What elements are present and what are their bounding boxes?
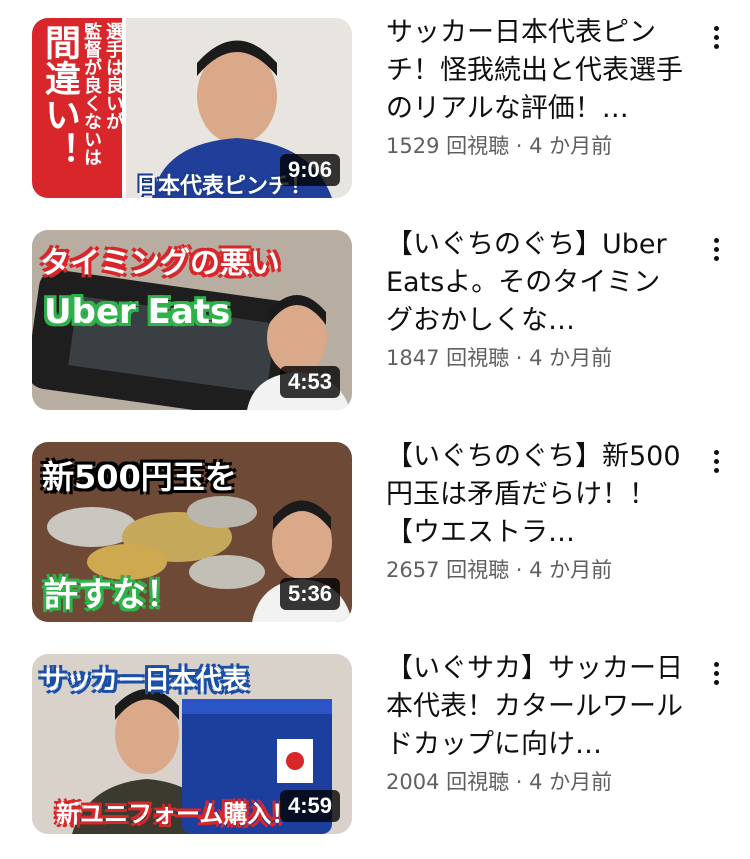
- thumb-top-caption: サッカー日本代表: [40, 666, 249, 696]
- video-item[interactable]: タイミングの悪い Uber Eats 4:53 【いぐちのぐち】Uber Eat…: [0, 212, 750, 424]
- thumb-top-caption: 新500円玉を: [42, 458, 237, 496]
- video-duration: 5:36: [279, 578, 340, 610]
- thumb-middle-caption: 監督が良くないは: [81, 22, 102, 166]
- thumb-mid-caption: Uber Eats: [44, 292, 231, 332]
- thumb-bottom-caption: 許すな！: [44, 575, 180, 615]
- more-vert-icon[interactable]: [705, 232, 729, 268]
- video-title[interactable]: サッカー日本代表ピンチ！怪我続出と代表選手のリアルな評価！…: [386, 14, 686, 128]
- video-meta: 2004 回視聴 · 4 か月前: [386, 770, 613, 794]
- video-thumbnail[interactable]: 新500円玉を 許すな！ 5:36: [32, 442, 352, 622]
- thumb-left-caption: 間違い！: [39, 24, 80, 168]
- video-thumbnail[interactable]: サッカー日本代表 新ユニフォーム購入！ 4:59: [32, 654, 352, 834]
- video-item[interactable]: サッカー日本代表 新ユニフォーム購入！ 4:59 【いぐサカ】サッカー日本代表！…: [0, 636, 750, 848]
- more-vert-icon[interactable]: [705, 656, 729, 692]
- thumb-bottom-caption: 新ユニフォーム購入！: [56, 800, 296, 828]
- video-thumbnail[interactable]: タイミングの悪い Uber Eats 4:53: [32, 230, 352, 410]
- video-item[interactable]: 新500円玉を 許すな！ 5:36 【いぐちのぐち】新500円玉は矛盾だらけ！！…: [0, 424, 750, 636]
- more-vert-icon[interactable]: [705, 444, 729, 480]
- video-meta: 1529 回視聴 · 4 か月前: [386, 134, 613, 158]
- video-list: 間違い！ 監督が良くないは 選手は良いが 日本代表ピンチ！ 9:06 サッカー日…: [0, 0, 750, 859]
- video-duration: 4:53: [279, 366, 340, 398]
- thumb-top-caption: タイミングの悪い: [40, 246, 280, 281]
- video-thumbnail[interactable]: 間違い！ 監督が良くないは 選手は良いが 日本代表ピンチ！ 9:06: [32, 18, 352, 198]
- video-item[interactable]: 間違い！ 監督が良くないは 選手は良いが 日本代表ピンチ！ 9:06 サッカー日…: [0, 0, 750, 212]
- video-meta: 1847 回視聴 · 4 か月前: [386, 346, 613, 370]
- video-title[interactable]: 【いぐちのぐち】Uber Eatsよ。そのタイミングおかしくな…: [386, 226, 686, 340]
- video-title[interactable]: 【いぐちのぐち】新500円玉は矛盾だらけ！！【ウエストラ…: [386, 438, 686, 552]
- video-meta: 2657 回視聴 · 4 か月前: [386, 558, 613, 582]
- video-duration: 4:59: [279, 790, 340, 822]
- video-duration: 9:06: [279, 154, 340, 186]
- video-title[interactable]: 【いぐサカ】サッカー日本代表！カタールワールドカップに向け…: [386, 650, 686, 764]
- thumb-middle-caption-2: 選手は良いが: [103, 22, 124, 130]
- more-vert-icon[interactable]: [705, 20, 729, 56]
